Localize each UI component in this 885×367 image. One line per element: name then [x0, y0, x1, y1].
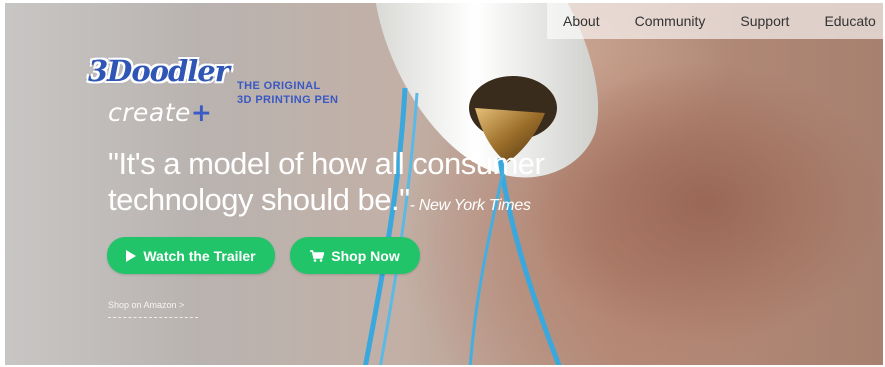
- brand-tagline: THE ORIGINAL 3D PRINTING PEN: [237, 79, 338, 107]
- filament-strand: [363, 87, 408, 365]
- logo-sub-text: create: [108, 98, 191, 127]
- tagline-line-2: 3D PRINTING PEN: [237, 94, 339, 106]
- hero-quote: "It's a model of how all consumer techno…: [108, 146, 578, 224]
- quote-line-2: technology should be."- New York Times: [108, 182, 578, 224]
- brand-logo[interactable]: 3Doodler create+: [88, 54, 238, 128]
- hero-banner: About Community Support Educato 3Doodler…: [5, 3, 883, 365]
- play-icon: [126, 249, 137, 262]
- quote-source: - New York Times: [409, 197, 531, 214]
- watch-trailer-label: Watch the Trailer: [143, 247, 256, 264]
- tagline-line-1: THE ORIGINAL: [237, 80, 321, 92]
- shop-now-label: Shop Now: [331, 247, 400, 264]
- quote-line-1: "It's a model of how all consumer: [108, 146, 545, 181]
- watch-trailer-button[interactable]: Watch the Trailer: [107, 237, 275, 274]
- quote-line-2-text: technology should be.": [108, 182, 410, 217]
- logo-sub: create+: [108, 98, 212, 127]
- shop-on-amazon-link[interactable]: Shop on Amazon >: [108, 300, 184, 310]
- nav-educators[interactable]: Educato: [824, 13, 875, 29]
- nav-community[interactable]: Community: [635, 13, 706, 29]
- amazon-link-underline: [108, 317, 198, 318]
- logo-wordmark: 3Doodler: [88, 54, 230, 88]
- top-nav: About Community Support Educato: [547, 3, 883, 39]
- nav-support[interactable]: Support: [740, 13, 789, 29]
- shop-now-button[interactable]: Shop Now: [290, 237, 420, 274]
- cart-icon: [310, 249, 325, 262]
- logo-plus: +: [190, 98, 213, 127]
- nav-about[interactable]: About: [563, 13, 600, 29]
- filament-strand: [379, 92, 419, 365]
